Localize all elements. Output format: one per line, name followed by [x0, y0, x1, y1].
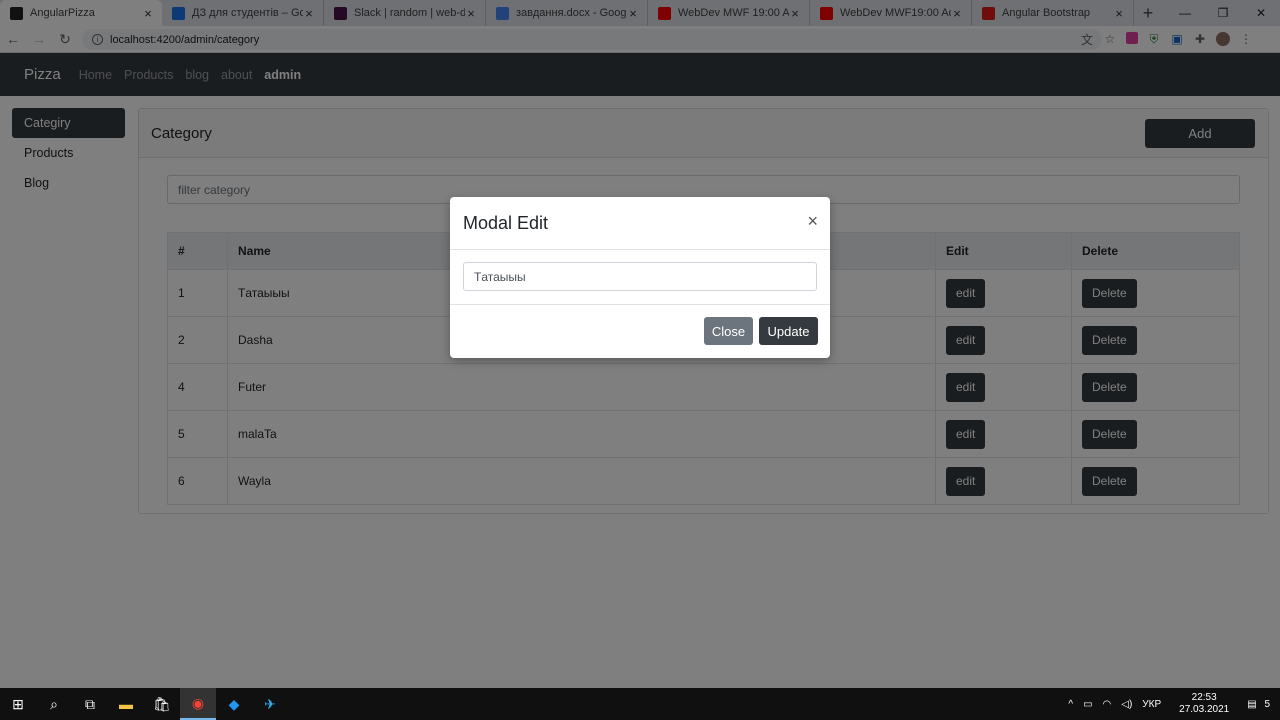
volume-icon[interactable]: ◁)	[1121, 699, 1132, 710]
notification-count: 5	[1264, 698, 1270, 710]
windows-start-icon[interactable]: ⊞	[0, 688, 36, 720]
notification-icon[interactable]: ▤ 5	[1247, 699, 1275, 710]
clock-date: 27.03.2021	[1179, 704, 1230, 715]
close-button[interactable]: Close	[704, 317, 753, 345]
language-indicator[interactable]: УКР	[1142, 699, 1161, 710]
store-icon[interactable]: 🛍	[144, 688, 180, 720]
search-icon[interactable]: ⌕	[36, 688, 72, 720]
task-view-icon[interactable]: ⧉	[72, 688, 108, 720]
category-name-input[interactable]: Tатаыыы	[463, 262, 817, 291]
chrome-icon[interactable]: ◉	[180, 688, 216, 720]
telegram-icon[interactable]: ✈	[252, 688, 288, 720]
clock-time: 22:53	[1191, 692, 1217, 703]
vscode-icon[interactable]: ◆	[216, 688, 252, 720]
modal-body: Tатаыыы	[450, 250, 830, 305]
wifi-icon[interactable]: ◠	[1103, 699, 1112, 710]
tray-chevron-icon[interactable]: ^	[1068, 699, 1073, 710]
modal-header: Modal Edit	[450, 197, 830, 250]
clock[interactable]: 22:53 27.03.2021	[1174, 692, 1234, 716]
edit-modal: Modal Edit × Tатаыыы Close Update	[450, 197, 830, 358]
modal-title: Modal Edit	[463, 212, 549, 233]
modal-backdrop[interactable]: Modal Edit × Tатаыыы Close Update	[0, 0, 1280, 688]
modal-close-icon[interactable]: ×	[807, 211, 818, 232]
system-tray: ^ ▭ ◠ ◁) УКР 22:53 27.03.2021 ▤ 5	[1063, 688, 1280, 720]
update-button[interactable]: Update	[759, 317, 818, 345]
windows-taskbar: ⊞ ⌕ ⧉ ▬ 🛍 ◉ ◆ ✈ ^ ▭ ◠ ◁) УКР 22:53 27.03…	[0, 688, 1280, 720]
modal-footer: Close Update	[450, 305, 830, 358]
file-explorer-icon[interactable]: ▬	[108, 688, 144, 720]
battery-icon[interactable]: ▭	[1083, 699, 1092, 710]
